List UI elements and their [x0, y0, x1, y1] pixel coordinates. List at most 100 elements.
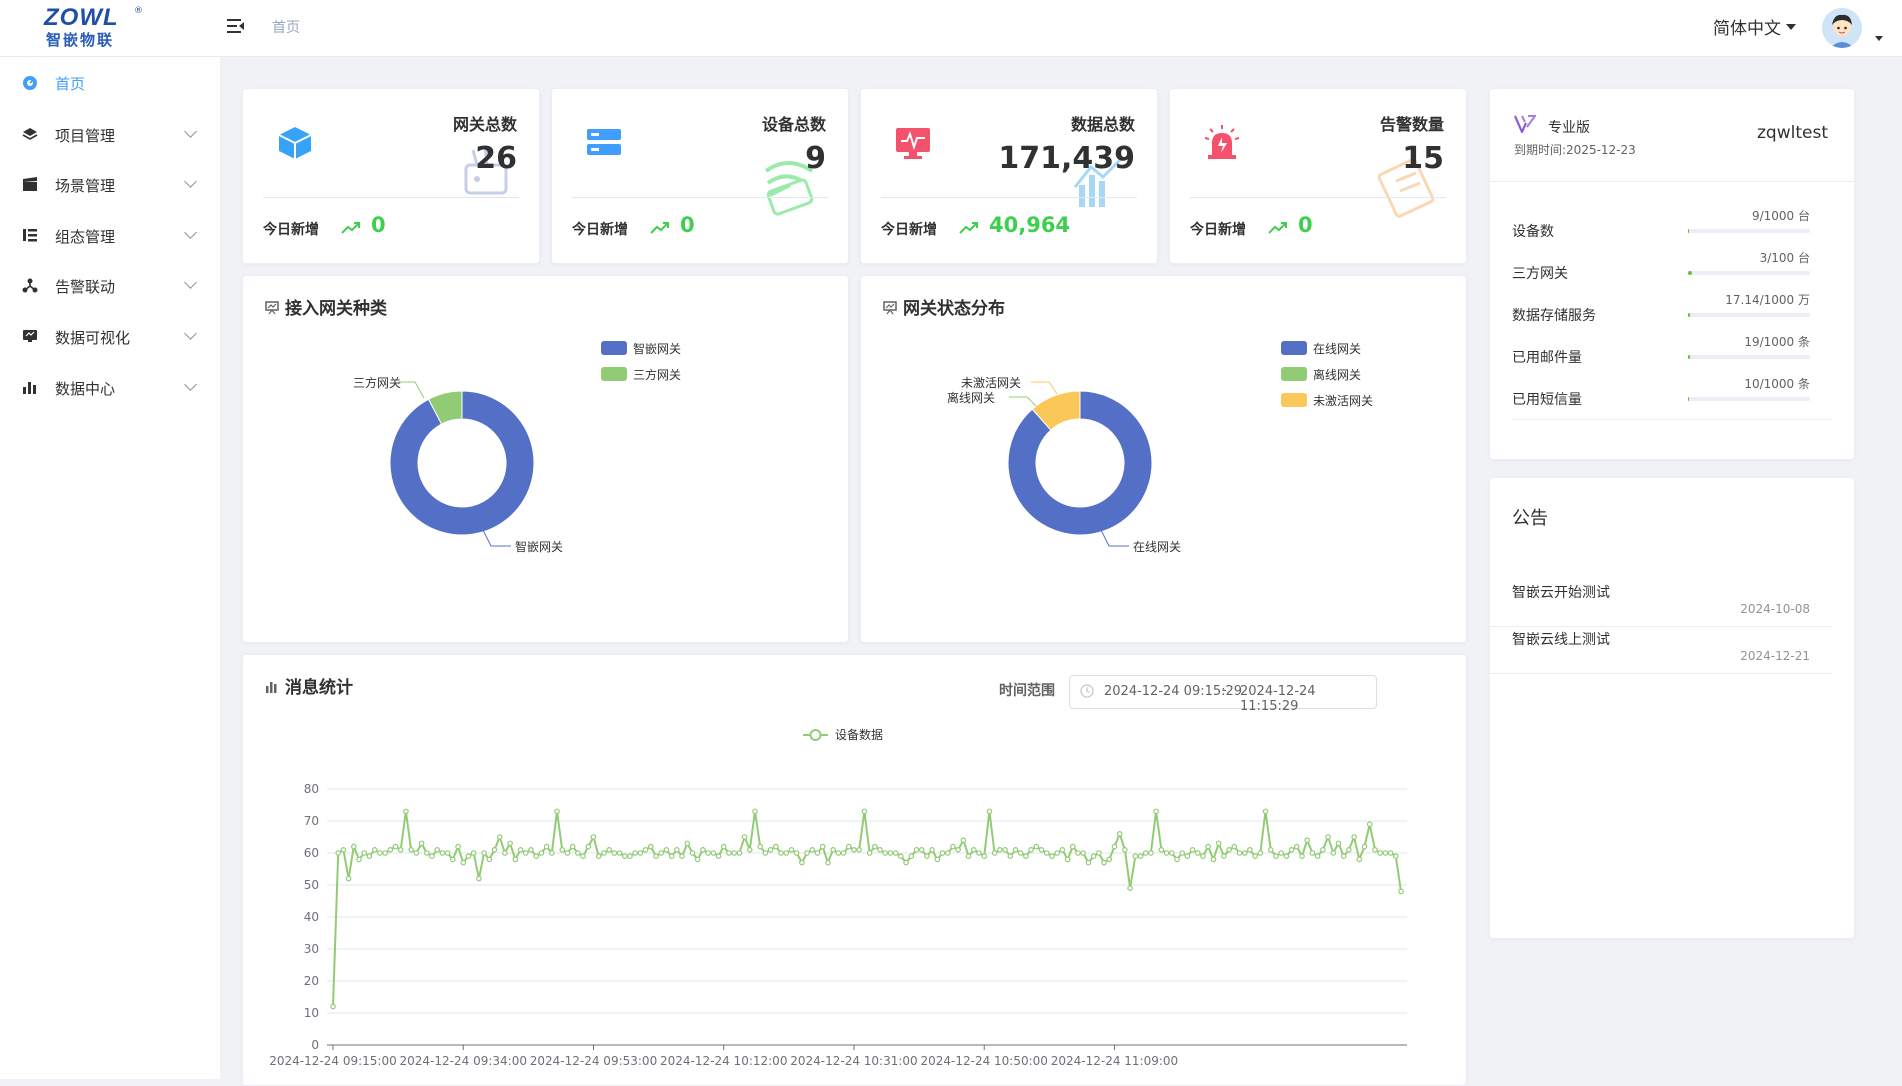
data-point[interactable]: [1325, 834, 1331, 840]
data-point[interactable]: [408, 847, 414, 853]
data-point[interactable]: [715, 853, 722, 860]
data-point[interactable]: [804, 850, 810, 856]
data-point[interactable]: [351, 843, 357, 850]
data-point[interactable]: [757, 843, 764, 850]
data-point[interactable]: [366, 853, 373, 860]
sidebar-item-4[interactable]: 告警联动: [0, 260, 220, 310]
data-point[interactable]: [1320, 847, 1326, 853]
data-point[interactable]: [1132, 853, 1139, 860]
data-point[interactable]: [679, 853, 685, 860]
data-point[interactable]: [1017, 850, 1024, 856]
data-point[interactable]: [986, 808, 993, 815]
data-point[interactable]: [423, 850, 430, 856]
language-select[interactable]: 简体中文: [1713, 14, 1781, 39]
data-point[interactable]: [746, 847, 753, 853]
legend-marker[interactable]: [809, 729, 822, 741]
data-point[interactable]: [377, 850, 383, 856]
data-point[interactable]: [918, 847, 925, 853]
data-point[interactable]: [439, 850, 446, 856]
data-point[interactable]: [1231, 843, 1238, 850]
menu-fold-icon[interactable]: [226, 16, 246, 36]
data-point[interactable]: [1023, 853, 1029, 860]
data-point[interactable]: [1043, 850, 1050, 856]
data-point[interactable]: [387, 847, 394, 853]
data-point[interactable]: [450, 856, 456, 863]
data-point[interactable]: [470, 850, 477, 856]
data-point[interactable]: [335, 850, 342, 856]
data-point[interactable]: [1382, 850, 1389, 856]
legend-label[interactable]: 设备数据: [835, 727, 883, 742]
data-point[interactable]: [1205, 843, 1212, 850]
data-point[interactable]: [1179, 850, 1185, 856]
data-point[interactable]: [382, 850, 388, 856]
data-point[interactable]: [616, 850, 623, 856]
data-point[interactable]: [502, 850, 508, 856]
caret-down-icon[interactable]: [1786, 24, 1796, 30]
data-point[interactable]: [814, 850, 821, 856]
data-point[interactable]: [877, 847, 883, 853]
data-point[interactable]: [418, 840, 425, 847]
data-point[interactable]: [929, 847, 935, 853]
data-point[interactable]: [465, 853, 472, 860]
data-point[interactable]: [528, 847, 534, 853]
data-point[interactable]: [955, 847, 961, 853]
data-point[interactable]: [1392, 853, 1399, 860]
data-point[interactable]: [356, 856, 362, 863]
notice-item[interactable]: 智嵌云线上测试 2024-12-21: [1490, 629, 1832, 674]
data-point[interactable]: [1122, 847, 1128, 853]
data-point[interactable]: [825, 859, 831, 866]
data-point[interactable]: [674, 847, 680, 853]
data-point[interactable]: [1054, 850, 1060, 856]
data-point[interactable]: [1247, 847, 1253, 853]
data-point[interactable]: [908, 853, 915, 860]
data-point[interactable]: [653, 853, 659, 860]
data-point[interactable]: [1309, 850, 1316, 856]
data-point[interactable]: [1127, 885, 1133, 892]
sidebar-item-5[interactable]: 数据可视化: [0, 311, 220, 361]
data-point[interactable]: [392, 843, 399, 850]
data-point[interactable]: [569, 843, 576, 850]
data-point[interactable]: [835, 850, 842, 856]
data-point[interactable]: [585, 843, 592, 850]
data-point[interactable]: [1398, 888, 1404, 895]
notice-text[interactable]: 智嵌云开始测试: [1512, 582, 1610, 602]
data-point[interactable]: [1340, 853, 1347, 860]
data-point[interactable]: [434, 847, 440, 853]
data-point[interactable]: [799, 859, 805, 866]
data-point[interactable]: [481, 850, 487, 856]
data-point[interactable]: [1210, 856, 1217, 863]
data-point[interactable]: [1012, 847, 1019, 853]
data-point[interactable]: [1304, 837, 1311, 844]
data-point[interactable]: [637, 850, 644, 856]
data-point[interactable]: [1080, 850, 1087, 856]
data-point[interactable]: [595, 853, 602, 860]
data-point[interactable]: [507, 840, 513, 847]
data-point[interactable]: [1257, 850, 1264, 856]
stat-card-3[interactable]: 告警数量 15 今日新增 0: [1169, 88, 1467, 264]
data-point[interactable]: [1090, 853, 1097, 860]
data-point[interactable]: [543, 843, 550, 850]
data-point[interactable]: [1351, 834, 1357, 840]
data-point[interactable]: [371, 847, 378, 853]
data-point[interactable]: [590, 834, 597, 840]
avatar[interactable]: [1822, 8, 1862, 48]
data-point[interactable]: [1377, 850, 1383, 856]
sidebar-item-0[interactable]: 首页: [0, 57, 220, 107]
data-point[interactable]: [778, 850, 784, 856]
data-point[interactable]: [606, 847, 612, 853]
data-point[interactable]: [773, 843, 779, 850]
data-point[interactable]: [892, 850, 899, 856]
data-point[interactable]: [517, 847, 524, 853]
sidebar-item-6[interactable]: 数据中心: [0, 362, 220, 412]
data-point[interactable]: [736, 850, 743, 856]
stat-card-0[interactable]: 网关总数 26 今日新增 0: [242, 88, 540, 264]
data-point[interactable]: [898, 853, 904, 860]
data-point[interactable]: [476, 875, 482, 882]
data-point[interactable]: [621, 853, 628, 860]
data-point[interactable]: [830, 847, 836, 853]
data-point[interactable]: [1007, 853, 1014, 860]
data-point[interactable]: [887, 850, 894, 856]
data-point[interactable]: [1221, 853, 1227, 860]
data-point[interactable]: [668, 853, 675, 860]
sidebar-item-2[interactable]: 场景管理: [0, 159, 220, 209]
